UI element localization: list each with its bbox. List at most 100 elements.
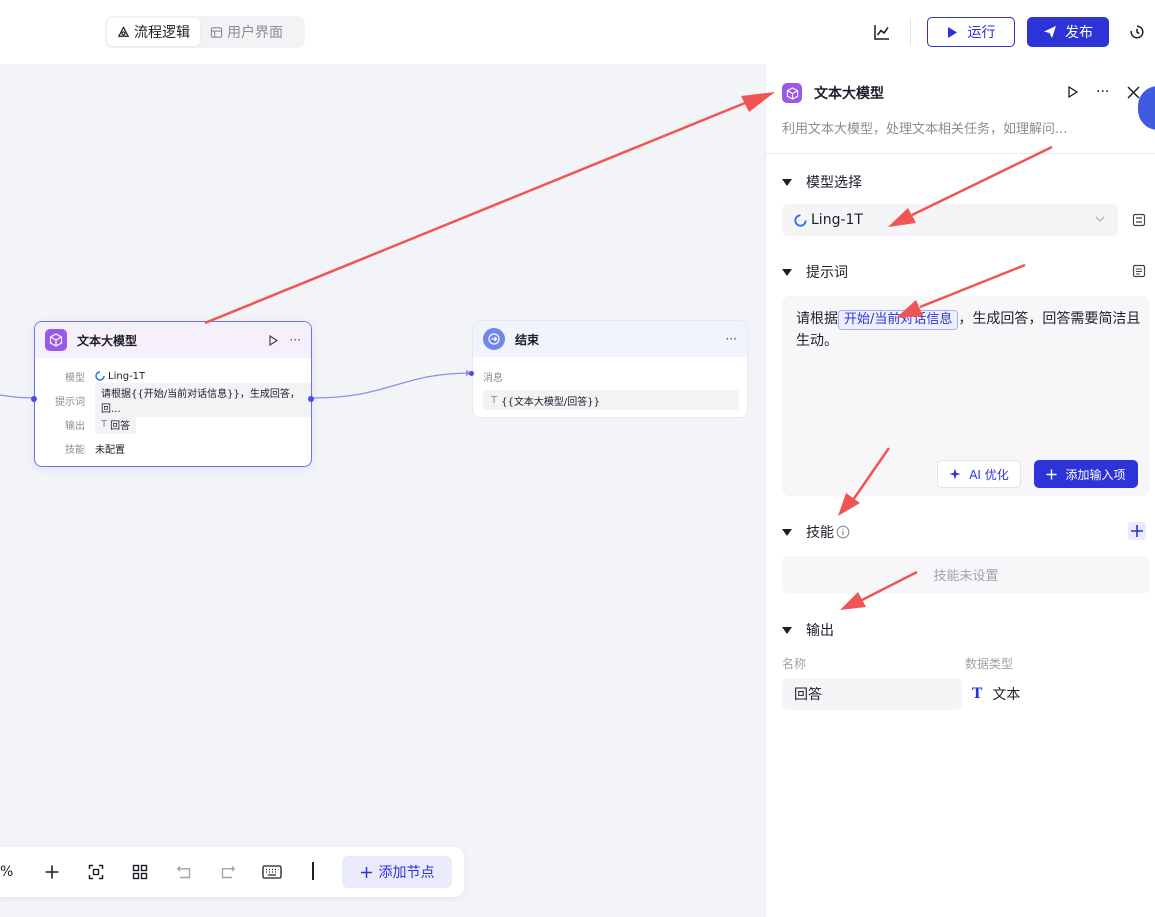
more-icon[interactable]: ···	[290, 333, 301, 347]
add-input-button[interactable]: 添加输入项	[1034, 460, 1138, 488]
undo-icon	[176, 866, 191, 879]
chevron-down-icon	[1095, 216, 1105, 222]
prompt-variable-chip[interactable]: 开始/当前对话信息	[838, 310, 959, 330]
output-name-field[interactable]: 回答	[782, 678, 962, 710]
run-button[interactable]: 运行	[927, 17, 1015, 47]
auto-layout-button[interactable]	[128, 860, 152, 884]
model-select-value: Ling-1T	[811, 212, 863, 228]
view-switcher: 流程逻辑 用户界面	[105, 16, 305, 48]
llm-node[interactable]: 文本大模型 ··· 模型 Ling-1T 提示词 请根据{{开始/当前对话信息}…	[31, 321, 314, 467]
plus-icon	[1046, 469, 1057, 479]
row-label: 输出	[65, 420, 85, 432]
section-model-header[interactable]: 模型选择	[782, 172, 862, 192]
panel-header-actions: ···	[1068, 84, 1140, 100]
flow-icon	[117, 25, 130, 37]
prompt-text-before: 请根据	[796, 311, 838, 327]
panel-node-icon-wrap	[782, 83, 802, 103]
expand-editor-icon[interactable]	[1132, 264, 1146, 278]
section-model-title: 模型选择	[806, 175, 862, 191]
sparkle-icon	[949, 468, 961, 480]
tab-user-interface-label: 用户界面	[227, 25, 283, 41]
ai-optimize-button[interactable]: AI 优化	[937, 460, 1021, 488]
text-type-icon: T	[972, 686, 983, 702]
llm-node-input-port[interactable]	[31, 396, 37, 402]
llm-node-icon-wrap	[45, 329, 67, 351]
llm-node-skills-row: 技能 未配置	[35, 436, 311, 460]
plus-icon	[1131, 525, 1143, 537]
end-message-value: T {{文本大模型/回答}}	[483, 390, 739, 410]
line-chart-icon	[874, 25, 889, 40]
text-type-icon: T	[491, 394, 498, 406]
node-config-panel: 文本大模型 ··· 利用文本大模型，处理文本相关任务，如理解问... 模型选择 …	[765, 64, 1155, 917]
fit-view-button[interactable]	[84, 860, 108, 884]
model-settings-icon[interactable]	[1132, 213, 1146, 227]
analytics-button[interactable]	[870, 17, 894, 47]
zoom-level[interactable]: %	[0, 864, 13, 880]
ling-logo-icon	[95, 371, 105, 381]
canvas-toolbar: % 添加节点	[0, 847, 464, 897]
collapse-triangle-icon	[782, 626, 792, 634]
llm-node-output-port[interactable]	[308, 396, 314, 402]
prompt-editor[interactable]: 请根据 开始/当前对话信息 ，生成回答，回答需要简洁且生动。 AI 优化 添加输入项	[782, 296, 1150, 496]
publish-button[interactable]: 发布	[1027, 17, 1109, 47]
section-prompt-title: 提示词	[806, 265, 848, 281]
end-node-header: 结束 ···	[473, 321, 747, 357]
skills-empty-state: 技能未设置	[782, 556, 1150, 593]
send-icon	[1044, 26, 1056, 38]
panel-header: 文本大模型	[782, 83, 884, 103]
skills-value: 未配置	[95, 444, 125, 456]
info-icon[interactable]	[836, 525, 850, 539]
panel-title: 文本大模型	[814, 86, 884, 102]
close-icon[interactable]	[1127, 85, 1140, 99]
plus-icon	[45, 865, 59, 879]
zoom-in-button[interactable]	[40, 860, 64, 884]
end-node[interactable]: 结束 ··· 消息 T {{文本大模型/回答}}	[469, 320, 748, 418]
panel-divider	[766, 153, 1155, 154]
llm-node-header: 文本大模型 ···	[35, 322, 311, 358]
llm-node-actions: ···	[268, 333, 301, 347]
add-node-button[interactable]: 添加节点	[342, 856, 452, 888]
section-skills-header[interactable]: 技能	[782, 522, 850, 542]
more-icon[interactable]: ···	[1096, 84, 1109, 100]
edge-llm-to-end	[311, 372, 473, 399]
row-label: 提示词	[55, 396, 85, 408]
workflow-canvas[interactable]: 文本大模型 ··· 模型 Ling-1T 提示词 请根据{{开始/当前对话信息}…	[0, 64, 765, 917]
llm-node-prompt-row: 提示词 请根据{{开始/当前对话信息}}，生成回答，回...	[35, 383, 311, 417]
panel-description: 利用文本大模型，处理文本相关任务，如理解问...	[782, 122, 1068, 137]
prompt-preview: 请根据{{开始/当前对话信息}}，生成回答，回...	[95, 383, 311, 417]
prompt-text[interactable]: 请根据 开始/当前对话信息 ，生成回答，回答需要简洁且生动。	[796, 308, 1142, 352]
play-icon[interactable]	[1068, 86, 1078, 98]
add-input-label: 添加输入项	[1065, 467, 1126, 482]
end-message-text: {{文本大模型/回答}}	[501, 396, 600, 408]
output-col-type: 数据类型	[965, 657, 1014, 671]
end-node-input-port[interactable]	[469, 371, 474, 376]
redo-icon	[221, 866, 236, 879]
add-skill-button[interactable]	[1128, 522, 1146, 540]
tab-flow-logic[interactable]: 流程逻辑	[107, 18, 200, 46]
tab-user-interface[interactable]: 用户界面	[200, 18, 293, 46]
play-icon	[947, 26, 957, 38]
play-icon[interactable]	[268, 334, 278, 346]
output-chip: T 回答	[95, 414, 137, 434]
end-node-title: 结束	[515, 332, 540, 347]
plus-icon	[360, 866, 372, 878]
model-select[interactable]: Ling-1T	[782, 204, 1118, 236]
llm-node-title: 文本大模型	[77, 333, 138, 348]
section-output-header[interactable]: 输出	[782, 620, 834, 640]
more-icon[interactable]: ···	[726, 332, 737, 346]
edge-start-to-llm	[0, 394, 35, 399]
edge-layer	[0, 370, 473, 399]
end-node-actions: ···	[726, 332, 737, 346]
output-name: 回答	[110, 420, 131, 432]
collapse-triangle-icon	[782, 178, 792, 186]
layout-icon	[210, 26, 223, 38]
undo-button[interactable]	[172, 860, 196, 884]
keyboard-icon	[262, 865, 282, 879]
history-button[interactable]	[1126, 17, 1148, 47]
output-type: T 文本	[972, 678, 1020, 710]
shortcuts-button[interactable]	[260, 860, 284, 884]
section-prompt-header[interactable]: 提示词	[782, 262, 848, 282]
exit-arrow-icon	[488, 333, 500, 345]
ling-logo-icon	[794, 213, 807, 227]
redo-button[interactable]	[216, 860, 240, 884]
